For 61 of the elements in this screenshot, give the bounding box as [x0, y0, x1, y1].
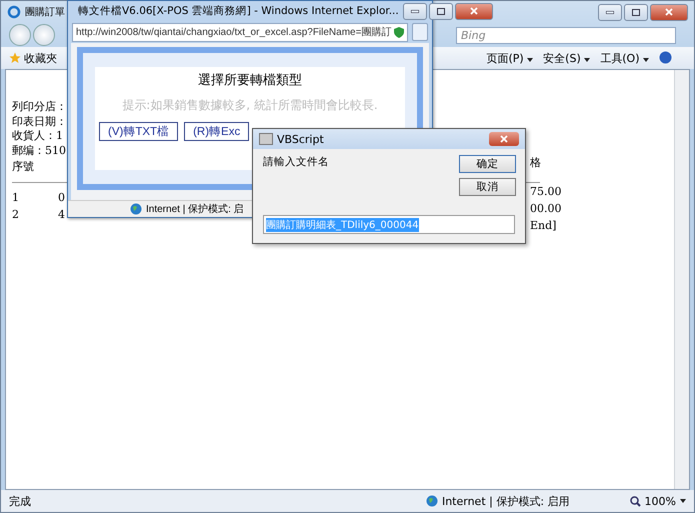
star-icon: [9, 52, 21, 64]
browser-icon: [7, 5, 21, 19]
close-button[interactable]: [454, 2, 493, 20]
column-header: 序號: [12, 160, 34, 173]
favorites-label: 收藏夾: [24, 50, 57, 66]
close-icon: [500, 135, 508, 143]
close-button[interactable]: [489, 132, 519, 146]
panel-heading: 選擇所要轉檔類型: [198, 72, 302, 89]
address-field[interactable]: http://win2008/tw/qiantai/changxiao/txt_or_excel.asp?FileName=團購訂: [72, 22, 408, 42]
minimize-icon: [606, 10, 614, 14]
status-text: 完成: [9, 494, 31, 508]
window-title: 團購訂單: [25, 6, 65, 19]
window-icon: [259, 133, 273, 145]
convert-button[interactable]: (R)轉Exc: [184, 122, 250, 141]
favorites-button[interactable]: 收藏夾: [9, 50, 57, 66]
table-cell-text: 1: [12, 191, 20, 206]
table-cell-text: 75.00: [530, 185, 562, 200]
shield-icon: [394, 26, 404, 38]
maximize-button[interactable]: [624, 4, 648, 20]
search-field[interactable]: Bing: [456, 26, 676, 44]
security-zone: Internet | 保护模式: 启用: [442, 494, 570, 508]
close-icon: [665, 8, 673, 16]
zoom-level[interactable]: 100%: [644, 494, 676, 508]
prompt-text: 請輸入文件名: [263, 155, 330, 170]
caret-icon: [643, 58, 649, 62]
globe-icon: [426, 495, 438, 507]
window-title: 轉文件檔V6.06[X-POS 雲端商務網] - Windows Internet Explor...: [78, 4, 399, 18]
toolbar-menu[interactable]: 页面(P): [486, 50, 534, 66]
zoom-icon: [630, 496, 641, 506]
globe-icon: [130, 203, 142, 215]
page-text: 收貨人：1: [12, 129, 63, 144]
maximize-icon: [436, 8, 445, 14]
maximize-icon: [632, 8, 640, 16]
close-button[interactable]: [650, 4, 688, 20]
toolbar-menu[interactable]: 安全(S): [543, 50, 590, 66]
minimize-button[interactable]: [402, 2, 427, 20]
maximize-button[interactable]: [428, 2, 453, 20]
caret-icon: [680, 499, 686, 503]
close-icon: [470, 7, 478, 15]
column-header: 格: [530, 156, 541, 171]
table-cell-text: 0: [58, 191, 65, 206]
window-title: VBScript: [277, 132, 324, 146]
hint-text: 提示:如果銷售數據較多, 統計所需時間會比較長.: [122, 97, 378, 114]
page-text: 印表日期：: [12, 114, 67, 129]
caret-icon: [527, 58, 534, 62]
table-cell-text: 2: [12, 208, 20, 223]
minimize-icon: [410, 10, 419, 12]
scrollbar[interactable]: [674, 70, 689, 489]
convert-button[interactable]: (V)轉TXT檔: [99, 122, 178, 141]
help-icon[interactable]: [659, 50, 672, 64]
page-footer-text: End]: [530, 219, 556, 234]
minimize-button[interactable]: [598, 4, 622, 20]
ok-button[interactable]: 确定: [459, 155, 516, 173]
cancel-button[interactable]: 取消: [459, 178, 516, 196]
caret-icon: [584, 58, 590, 62]
page-text: 列印分店：: [12, 100, 67, 114]
security-zone: Internet | 保护模式: 启: [146, 202, 244, 216]
table-cell-text: 4: [58, 208, 65, 223]
page-text: 郵编：510: [12, 144, 66, 158]
toolbar-menu[interactable]: 工具(O): [600, 50, 649, 66]
table-cell-text: 00.00: [530, 202, 562, 217]
